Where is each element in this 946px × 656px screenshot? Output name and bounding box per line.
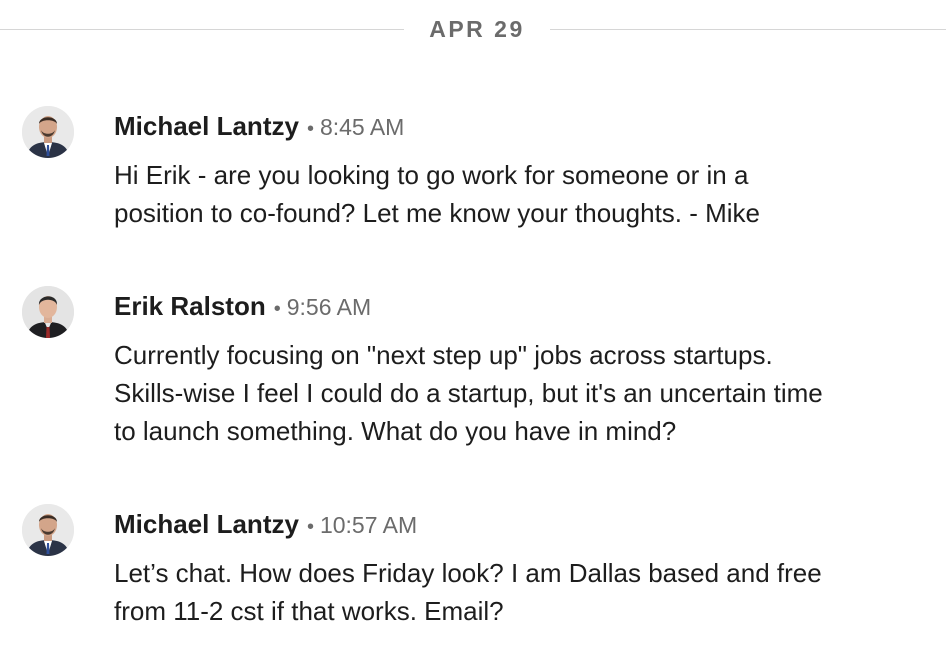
message-body: Currently focusing on "next step up" job… xyxy=(114,340,823,446)
message-time: 10:57 AM xyxy=(319,512,418,538)
avatar-erik-ralston[interactable] xyxy=(22,286,74,338)
sender-name[interactable]: Michael Lantzy xyxy=(114,111,299,141)
message-body: Hi Erik - are you looking to go work for… xyxy=(114,160,761,228)
separator-dot: • xyxy=(306,118,314,140)
message-header: Michael Lantzy • 8:45 AM xyxy=(114,110,404,142)
message-item: Michael Lantzy • 8:45 AM Hi Erik - are you… xyxy=(0,106,946,236)
person-avatar-icon xyxy=(22,106,74,158)
message-time: 8:45 AM xyxy=(319,114,405,140)
avatar-michael-lantzy[interactable] xyxy=(22,106,74,158)
message-header: Erik Ralston • 9:56 AM xyxy=(114,290,371,322)
message-item: Erik Ralston • 9:56 AM Currently focusing … xyxy=(0,286,946,456)
message-body: Let’s chat. How does Friday look? I am D… xyxy=(114,558,822,626)
separator-dot: • xyxy=(273,298,281,320)
divider-line-left xyxy=(0,29,404,30)
message-item: Michael Lantzy • 10:57 AM Let’s chat. How … xyxy=(0,504,946,634)
sender-name[interactable]: Michael Lantzy xyxy=(114,509,299,539)
avatar-michael-lantzy[interactable] xyxy=(22,504,74,556)
separator-dot: • xyxy=(306,516,314,538)
person-avatar-icon xyxy=(22,286,74,338)
sender-name[interactable]: Erik Ralston xyxy=(114,291,266,321)
date-label: APR 29 xyxy=(429,16,525,42)
divider-line-right xyxy=(550,29,946,30)
message-header: Michael Lantzy • 10:57 AM xyxy=(114,508,417,540)
date-divider: APR 29 xyxy=(0,14,946,44)
person-avatar-icon xyxy=(22,504,74,556)
message-time: 9:56 AM xyxy=(286,294,372,320)
